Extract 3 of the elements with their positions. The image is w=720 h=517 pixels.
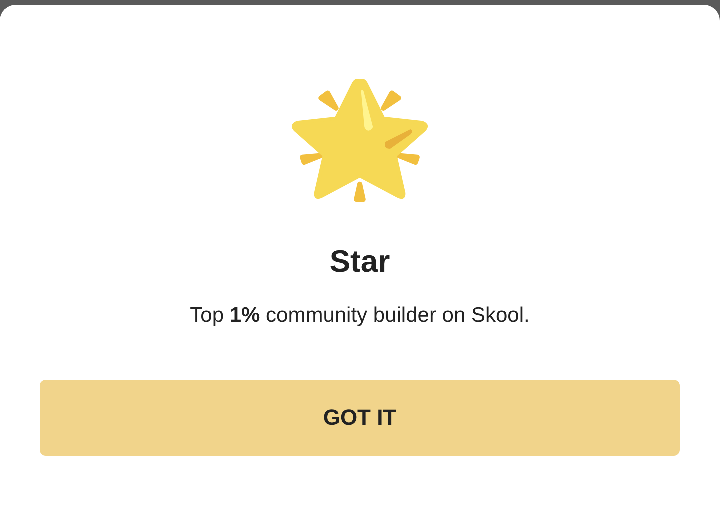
got-it-button[interactable]: GOT IT (40, 380, 680, 456)
dialog-description: Top 1% community builder on Skool. (190, 303, 530, 329)
dialog-title: Star (330, 243, 390, 281)
